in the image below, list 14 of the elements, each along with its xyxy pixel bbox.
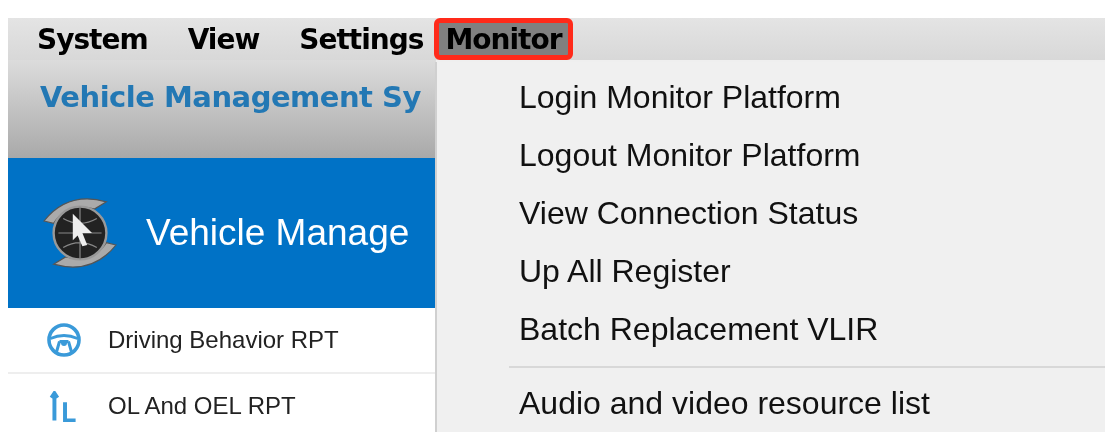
- dropdown-menu-item[interactable]: Login Monitor Platform: [519, 68, 1105, 126]
- dropdown-menu-item[interactable]: Audio and video resource list: [519, 374, 1105, 432]
- menu-item[interactable]: Monitor: [434, 18, 573, 60]
- menu-item[interactable]: Settings: [290, 18, 433, 60]
- banner-title: Vehicle Manage: [146, 212, 410, 254]
- steering-wheel-icon: [46, 322, 82, 358]
- app-title: Vehicle Management Sy: [40, 80, 421, 114]
- sidebar-item[interactable]: Driving Behavior RPT: [8, 308, 435, 374]
- dropdown-menu-item[interactable]: Batch Replacement VLIR: [519, 300, 1105, 358]
- menu-item[interactable]: View: [178, 18, 269, 60]
- dropdown-menu-item[interactable]: Up All Register: [519, 242, 1105, 300]
- dropdown-menu-item[interactable]: Logout Monitor Platform: [519, 126, 1105, 184]
- menu-item[interactable]: System: [28, 18, 157, 60]
- dropdown-menu-item[interactable]: View Connection Status: [519, 184, 1105, 242]
